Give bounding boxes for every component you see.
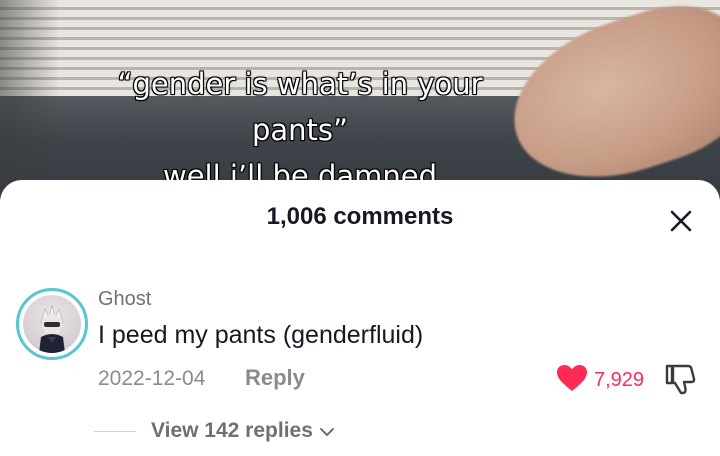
like-button[interactable] [556,364,588,392]
comment-username[interactable]: Ghost [98,288,151,311]
view-replies-button[interactable]: View 142 replies [151,419,335,443]
close-icon [670,210,692,232]
close-button[interactable] [664,204,698,238]
comment-date: 2022-12-04 [98,367,206,390]
comments-count-title: 1,006 comments [266,203,454,230]
dislike-button[interactable] [664,363,698,395]
avatar-character-icon [39,304,65,353]
view-replies-label: View 142 replies [151,419,313,442]
heart-icon [557,365,587,391]
comment-text: I peed my pants (genderfluid) [98,321,424,349]
like-count: 7,929 [594,369,645,391]
video-caption-line-1: “gender is what’s in your [117,67,483,101]
video-caption-line-2: pants” [251,113,349,147]
video-player[interactable]: “gender is what’s in your pants” well i’… [0,0,720,200]
replies-divider [94,431,136,432]
thumbs-down-icon [665,364,696,395]
reply-button[interactable]: Reply [245,365,305,391]
avatar-image [23,295,81,353]
comments-sheet: 1,006 comments Ghost I peed my pants (ge… [0,180,720,456]
chevron-down-icon [319,419,335,443]
avatar[interactable] [16,288,88,360]
